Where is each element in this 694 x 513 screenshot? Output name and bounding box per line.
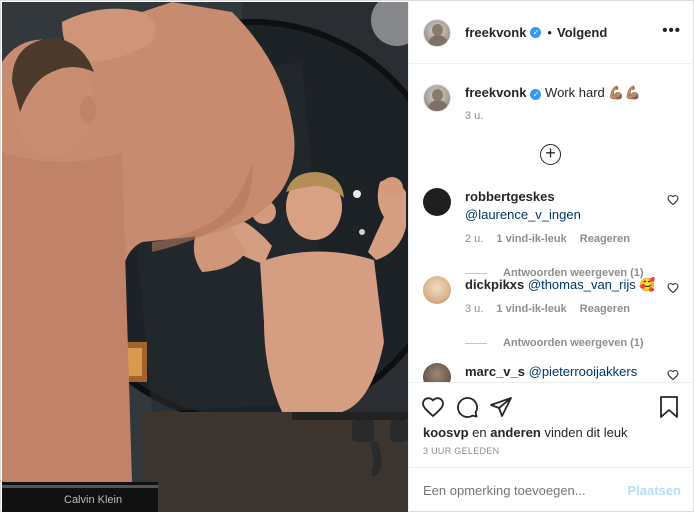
post-caption: freekvonk ✓ Work hard 💪🏽💪🏽 bbox=[423, 84, 641, 112]
comment-icon[interactable] bbox=[455, 395, 479, 419]
likers-others-link[interactable]: anderen bbox=[490, 425, 541, 440]
bookmark-icon[interactable] bbox=[657, 395, 681, 419]
post-photo[interactable]: Calvin Klein bbox=[2, 2, 408, 512]
instagram-post-modal: Calvin Klein freekvonk ✓ • Volgend ••• f… bbox=[0, 0, 694, 512]
comment-username[interactable]: dickpikxs bbox=[465, 277, 524, 292]
photo-illustration: Calvin Klein bbox=[2, 2, 408, 512]
comment-emoji: 🥰 bbox=[639, 277, 656, 292]
post-side-panel: freekvonk ✓ • Volgend ••• freekvonk ✓ Wor… bbox=[408, 2, 694, 512]
header-separator: • bbox=[547, 25, 552, 40]
comment-item: marc_v_s @pieterrooijakkers bbox=[423, 363, 685, 382]
likes-middle-text: en bbox=[472, 425, 487, 440]
comment-mention-link[interactable]: @laurence_v_ingen bbox=[465, 207, 581, 222]
likes-suffix-text: vinden dit leuk bbox=[544, 425, 628, 440]
heart-icon[interactable] bbox=[421, 395, 445, 419]
share-icon[interactable] bbox=[489, 395, 513, 419]
replies-divider bbox=[465, 272, 487, 274]
caption-author-avatar[interactable] bbox=[423, 84, 451, 112]
comment-username[interactable]: robbertgeskes bbox=[465, 189, 555, 204]
view-replies-label[interactable]: Antwoorden weergeven (1) bbox=[503, 337, 644, 349]
post-actions-section: koosvp en anderen vinden dit leuk 3 UUR … bbox=[409, 382, 694, 512]
following-button[interactable]: Volgend bbox=[557, 25, 607, 40]
comment-mention-link[interactable]: @pieterrooijakkers bbox=[529, 364, 638, 379]
author-avatar[interactable] bbox=[423, 18, 451, 47]
comment-likes[interactable]: 1 vind-ik-leuk bbox=[496, 303, 566, 315]
action-icons bbox=[421, 395, 523, 419]
like-comment-heart-icon[interactable] bbox=[667, 194, 679, 206]
verified-badge-icon: ✓ bbox=[530, 89, 542, 100]
comment-time[interactable]: 2 u. bbox=[465, 233, 483, 245]
view-replies-button[interactable]: Antwoorden weergeven (1) bbox=[465, 337, 685, 349]
likes-summary: koosvp en anderen vinden dit leuk bbox=[423, 425, 628, 440]
comment-body: dickpikxs @thomas_van_rijs 🥰 3 u. 1 vind… bbox=[465, 276, 661, 318]
caption-text-block: freekvonk ✓ Work hard 💪🏽💪🏽 bbox=[465, 84, 641, 112]
comment-likes[interactable]: 1 vind-ik-leuk bbox=[496, 233, 566, 245]
waistband-brand-text: Calvin Klein bbox=[64, 494, 122, 506]
caption-text: Work hard 💪🏽💪🏽 bbox=[545, 85, 641, 100]
replies-divider bbox=[465, 342, 487, 344]
comment-body: marc_v_s @pieterrooijakkers bbox=[465, 363, 661, 381]
caption-time[interactable]: 3 u. bbox=[465, 110, 483, 122]
more-options-icon[interactable]: ••• bbox=[662, 23, 681, 38]
like-comment-heart-icon[interactable] bbox=[667, 369, 679, 381]
reply-button[interactable]: Reageren bbox=[580, 233, 630, 245]
comment-meta: 3 u. 1 vind-ik-leuk Reageren bbox=[465, 300, 661, 318]
comment-body: robbertgeskes @laurence_v_ingen 2 u. 1 v… bbox=[465, 188, 661, 248]
comment-item: robbertgeskes @laurence_v_ingen 2 u. 1 v… bbox=[423, 188, 685, 279]
comment-item: dickpikxs @thomas_van_rijs 🥰 3 u. 1 vind… bbox=[423, 276, 685, 349]
add-circle-icon[interactable]: + bbox=[540, 144, 561, 165]
caption-username[interactable]: freekvonk bbox=[465, 85, 526, 100]
reply-button[interactable]: Reageren bbox=[580, 303, 630, 315]
author-username[interactable]: freekvonk bbox=[465, 25, 526, 40]
commenter-avatar[interactable] bbox=[423, 188, 451, 216]
post-header: freekvonk ✓ • Volgend ••• bbox=[409, 2, 694, 64]
post-comment-button[interactable]: Plaatsen bbox=[628, 483, 681, 498]
liker-username[interactable]: koosvp bbox=[423, 425, 469, 440]
add-comment-bar: Plaatsen bbox=[409, 467, 694, 513]
commenter-avatar[interactable] bbox=[423, 276, 451, 304]
comments-list[interactable]: freekvonk ✓ Work hard 💪🏽💪🏽 3 u. + robbert… bbox=[409, 64, 694, 382]
comment-mention-link[interactable]: @thomas_van_rijs bbox=[528, 277, 636, 292]
comment-username[interactable]: marc_v_s bbox=[465, 364, 525, 379]
commenter-avatar[interactable] bbox=[423, 363, 451, 382]
comment-time[interactable]: 3 u. bbox=[465, 303, 483, 315]
verified-badge-icon: ✓ bbox=[530, 27, 542, 38]
like-comment-heart-icon[interactable] bbox=[667, 282, 679, 294]
comment-meta: 2 u. 1 vind-ik-leuk Reageren bbox=[465, 230, 661, 248]
comment-input[interactable] bbox=[423, 483, 623, 498]
post-timestamp[interactable]: 3 UUR GELEDEN bbox=[423, 446, 499, 456]
